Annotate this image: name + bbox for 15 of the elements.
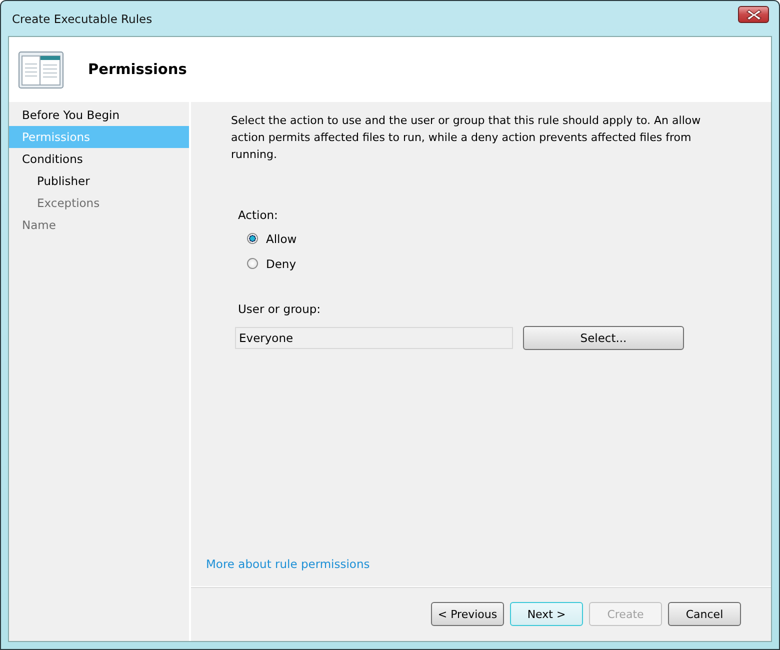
user-group-label: User or group: bbox=[238, 302, 322, 316]
wizard-button[interactable]: < Previous bbox=[431, 602, 504, 626]
user-group-field[interactable]: Everyone bbox=[235, 327, 513, 349]
page-title: Permissions bbox=[88, 62, 187, 78]
action-label: Action: bbox=[238, 208, 279, 222]
radio-label[interactable]: Allow bbox=[266, 232, 297, 246]
wizard-button[interactable]: Cancel bbox=[668, 602, 741, 626]
select-button[interactable]: Select... bbox=[523, 326, 684, 350]
radio-label[interactable]: Deny bbox=[266, 256, 296, 270]
sidebar-item[interactable]: Conditions bbox=[9, 148, 189, 170]
sidebar-item[interactable]: Before You Begin bbox=[9, 104, 189, 126]
wizard-button[interactable]: Next > bbox=[510, 602, 583, 626]
window-title: Create Executable Rules bbox=[12, 12, 152, 26]
description-text: Select the action to use and the user or group that this rule should apply to. An allow action permits affected files to run, while a deny action prevents affected files from running. bbox=[231, 113, 701, 163]
sidebar-item[interactable]: Publisher bbox=[9, 170, 189, 192]
